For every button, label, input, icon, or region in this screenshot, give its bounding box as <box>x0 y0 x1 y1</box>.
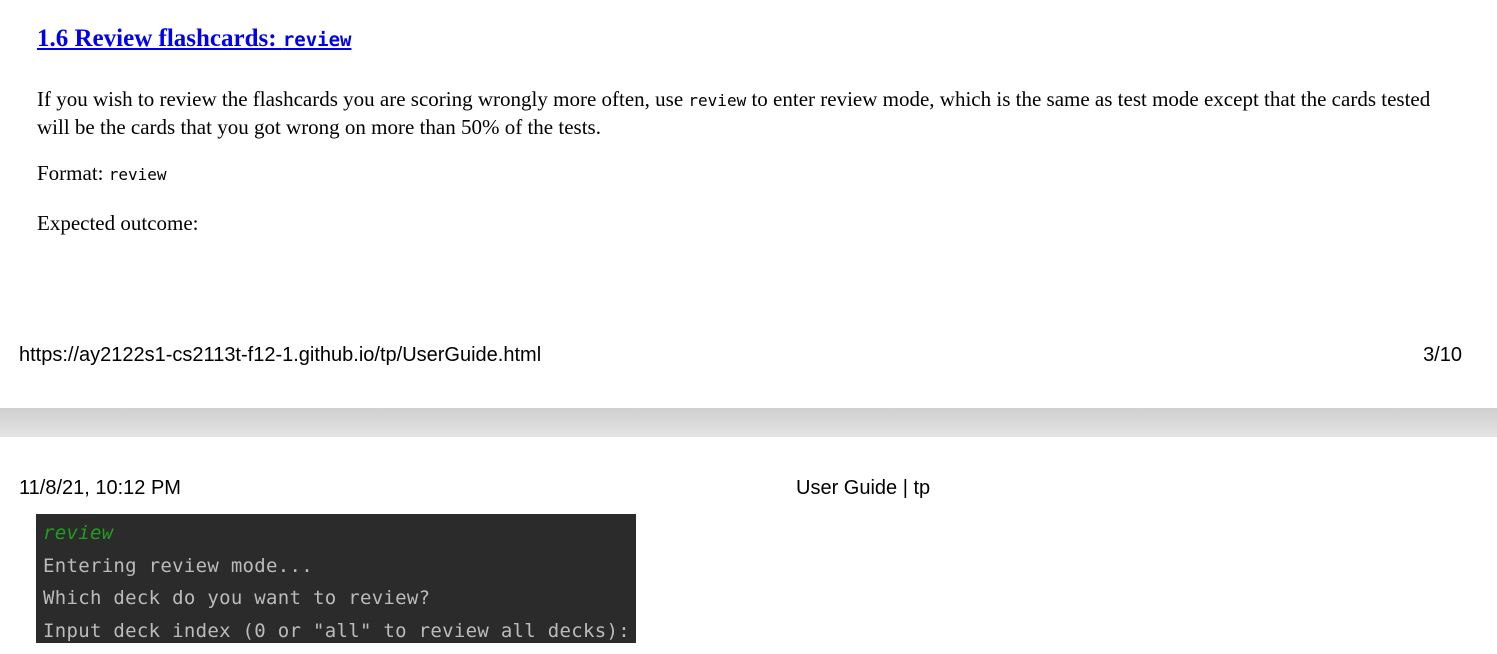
section-heading-code: review <box>282 29 352 51</box>
footer-url: https://ay2122s1-cs2113t-f12-1.github.io… <box>19 344 542 366</box>
intro-text-before: If you wish to review the flashcards you… <box>37 87 689 111</box>
header-title: User Guide | tp <box>796 477 931 499</box>
terminal-command-line: review <box>43 522 114 544</box>
format-paragraph: Format: review <box>37 160 1457 188</box>
terminal-output-line: Input deck index (0 or "all" to review a… <box>43 619 630 642</box>
expected-outcome-label: Expected outcome: <box>37 211 199 235</box>
terminal-screenshot: review Entering review mode... Which dec… <box>36 514 636 643</box>
header-datetime: 11/8/21, 10:12 PM <box>19 477 181 499</box>
format-inline-code: review <box>108 165 167 184</box>
footer-page-number: 3/10 <box>1423 344 1462 366</box>
format-label: Format: <box>37 161 109 185</box>
terminal-output-line: Entering review mode... <box>43 554 313 577</box>
intro-inline-code: review <box>688 91 747 110</box>
page-separator <box>0 408 1497 437</box>
section-heading-link[interactable]: 1.6 Review flashcards: review <box>37 25 351 53</box>
section-heading-text: 1.6 Review flashcards: <box>37 25 283 52</box>
intro-paragraph: If you wish to review the flashcards you… <box>37 86 1457 140</box>
terminal-output-line: Which deck do you want to review? <box>43 587 431 609</box>
